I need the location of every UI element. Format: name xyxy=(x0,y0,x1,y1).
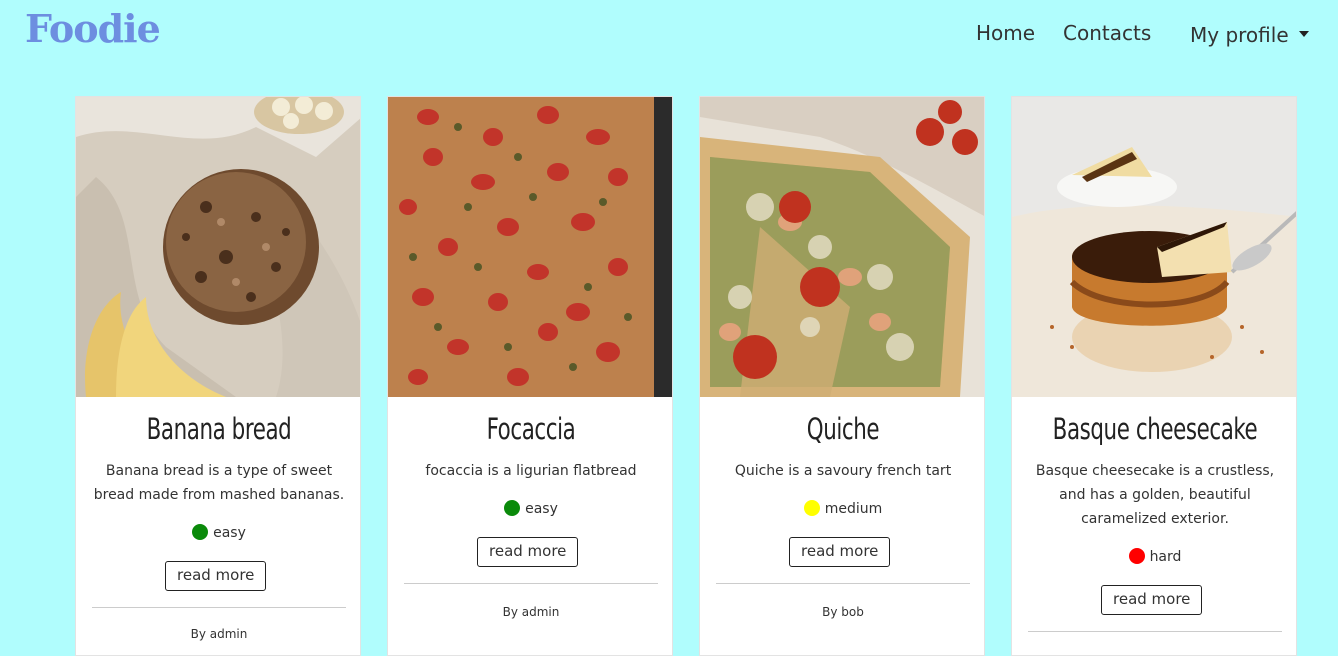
difficulty-label: easy xyxy=(213,525,246,541)
recipe-description: Quiche is a savoury french tart xyxy=(734,463,952,479)
divider xyxy=(92,607,346,608)
difficulty-dot-icon xyxy=(192,524,209,540)
divider xyxy=(1028,631,1282,632)
recipe-title: Quiche xyxy=(806,412,880,446)
recipe-description: Basque cheesecake is a crustless, and ha… xyxy=(1035,463,1275,527)
recipe-author: By bob xyxy=(822,605,864,619)
difficulty-dot-icon xyxy=(504,500,521,516)
brand-logo[interactable]: Foodie xyxy=(25,6,161,51)
nav-contacts-link[interactable]: Contacts xyxy=(1063,21,1151,45)
recipe-card: Banana bread Banana bread is a type of s… xyxy=(75,96,361,656)
read-more-button[interactable]: read more xyxy=(1101,585,1203,615)
recipe-card: Quiche Quiche is a savoury french tart m… xyxy=(699,96,985,656)
difficulty-indicator: hard xyxy=(1012,548,1296,565)
difficulty-dot-icon xyxy=(1128,548,1145,564)
difficulty-label: easy xyxy=(525,501,558,517)
difficulty-indicator: easy xyxy=(388,500,672,517)
read-more-button[interactable]: read more xyxy=(477,537,579,567)
recipe-description: Banana bread is a type of sweet bread ma… xyxy=(93,463,345,503)
chevron-down-icon[interactable] xyxy=(1299,31,1309,37)
difficulty-indicator: easy xyxy=(76,524,360,541)
nav-home-link[interactable]: Home xyxy=(976,21,1035,45)
read-more-button[interactable]: read more xyxy=(789,537,891,567)
recipe-title: Banana bread xyxy=(146,412,292,446)
recipe-title: Basque cheesecake xyxy=(1052,412,1258,446)
difficulty-indicator: medium xyxy=(700,500,984,517)
difficulty-dot-icon xyxy=(803,500,820,516)
navbar: Foodie Home Contacts My profile xyxy=(0,0,1338,70)
recipe-author: By admin xyxy=(190,627,248,641)
recipe-description: focaccia is a ligurian flatbread xyxy=(425,463,637,479)
read-more-button[interactable]: read more xyxy=(165,561,267,591)
recipe-image-focaccia xyxy=(388,97,672,397)
recipe-image-quiche xyxy=(700,97,984,397)
recipe-title: Focaccia xyxy=(486,412,576,446)
recipe-author: By admin xyxy=(502,605,560,619)
recipe-card: Focaccia focaccia is a ligurian flatbrea… xyxy=(387,96,673,656)
difficulty-label: hard xyxy=(1149,549,1182,565)
divider xyxy=(404,583,658,584)
divider xyxy=(716,583,970,584)
recipe-image-basque-cheesecake xyxy=(1012,97,1296,397)
recipe-image-banana-bread xyxy=(76,97,360,397)
difficulty-label: medium xyxy=(824,501,883,517)
recipe-card: Basque cheesecake Basque cheesecake is a… xyxy=(1011,96,1297,656)
profile-dropdown[interactable]: My profile xyxy=(1190,23,1289,47)
